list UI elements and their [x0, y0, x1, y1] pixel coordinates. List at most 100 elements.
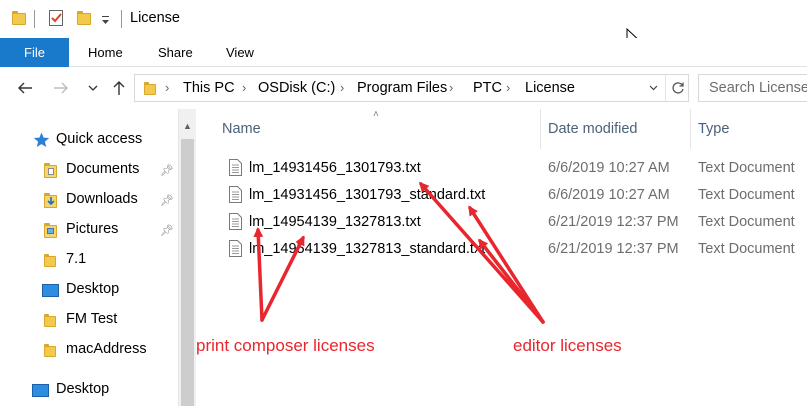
tab-file[interactable]: File: [0, 38, 69, 67]
column-header-name[interactable]: Name: [222, 121, 261, 137]
pin-icon[interactable]: 📌︎: [160, 164, 174, 177]
column-divider[interactable]: [690, 109, 691, 149]
up-button[interactable]: [106, 67, 132, 109]
sidebar-item-quick-access[interactable]: Quick access: [0, 125, 178, 155]
sidebar-item-fm-test[interactable]: FM Test: [0, 305, 178, 335]
chevron-down-icon: [649, 85, 657, 91]
sidebar-item-label: macAddress: [66, 341, 147, 357]
file-type: Text Document: [698, 160, 795, 176]
sidebar-item-label: Desktop: [56, 381, 110, 397]
file-date: 6/21/2019 12:37 PM: [548, 214, 679, 230]
file-date: 6/6/2019 10:27 AM: [548, 160, 670, 176]
properties-icon[interactable]: [48, 9, 65, 28]
sidebar-item-label: Documents: [66, 161, 140, 177]
breadcrumb-ptc[interactable]: PTC: [473, 80, 502, 96]
documents-folder-icon: [44, 163, 57, 178]
file-name: lm_14954139_1327813.txt: [249, 214, 421, 230]
folder-icon: [44, 314, 56, 327]
breadcrumb-separator: ›: [449, 80, 454, 95]
sort-ascending-icon: ˄: [373, 109, 379, 120]
recent-locations-button[interactable]: [84, 67, 102, 109]
toolbar-separator: [121, 10, 122, 28]
new-folder-icon[interactable]: [77, 11, 91, 25]
ribbon-tabs: File Home Share View: [0, 38, 807, 67]
file-name: lm_14931456_1301793_standard.txt: [249, 187, 486, 203]
address-dropdown-button[interactable]: [642, 75, 664, 101]
chevron-down-icon: [88, 85, 98, 91]
text-file-icon: [229, 159, 242, 176]
sidebar-item-downloads[interactable]: Downloads 📌︎: [0, 185, 178, 215]
file-row[interactable]: lm_14954139_1327813_standard.txt 6/21/20…: [196, 236, 807, 263]
refresh-button[interactable]: [665, 75, 689, 101]
tab-view[interactable]: View: [226, 38, 254, 67]
folder-icon: [12, 11, 26, 25]
downloads-folder-icon: [44, 193, 57, 208]
folder-icon: [44, 254, 56, 267]
breadcrumb-program-files[interactable]: Program Files: [357, 80, 447, 96]
star-icon: [33, 132, 50, 147]
file-list: ˄ Name Date modified Type lm_14931456_13…: [196, 109, 807, 406]
file-row[interactable]: lm_14931456_1301793_standard.txt 6/6/201…: [196, 182, 807, 209]
window-title: License: [130, 10, 180, 26]
sidebar-item-7-1[interactable]: 7.1: [0, 245, 178, 275]
breadcrumb-osdisk[interactable]: OSDisk (C:): [258, 80, 335, 96]
sidebar-item-macaddress[interactable]: macAddress: [0, 335, 178, 365]
forward-arrow-icon: [54, 82, 68, 94]
sidebar-item-label: FM Test: [66, 311, 118, 327]
sidebar-item-pictures[interactable]: Pictures 📌︎: [0, 215, 178, 245]
sidebar-scrollbar[interactable]: ▲: [178, 109, 196, 406]
column-divider[interactable]: [540, 109, 541, 149]
scroll-up-icon[interactable]: ▲: [183, 121, 192, 131]
sidebar-item-label: Pictures: [66, 221, 119, 237]
file-date: 6/21/2019 12:37 PM: [548, 241, 679, 257]
back-arrow-icon: [18, 82, 32, 94]
desktop-icon: [42, 284, 59, 297]
breadcrumb-separator: ›: [242, 80, 247, 95]
annotation-editor-label: editor licenses: [513, 336, 622, 355]
forward-button[interactable]: [46, 67, 76, 109]
customize-toolbar-icon[interactable]: [101, 13, 110, 25]
pin-icon[interactable]: 📌︎: [160, 224, 174, 237]
file-row[interactable]: lm_14931456_1301793.txt 6/6/2019 10:27 A…: [196, 155, 807, 182]
title-bar: License: [0, 0, 807, 38]
address-bar[interactable]: › This PC › OSDisk (C:) › Program Files …: [134, 74, 689, 102]
refresh-icon: [671, 82, 684, 94]
pictures-folder-icon: [44, 223, 57, 238]
search-box[interactable]: Search License: [698, 74, 807, 102]
back-button[interactable]: [10, 67, 40, 109]
column-header-date-modified[interactable]: Date modified: [548, 121, 637, 137]
breadcrumb-separator: ›: [506, 80, 511, 95]
sidebar-item-label: Desktop: [66, 281, 120, 297]
file-type: Text Document: [698, 187, 795, 203]
navigation-pane: Quick access Documents 📌︎ Downloads 📌︎ P…: [0, 109, 178, 406]
breadcrumb-this-pc[interactable]: This PC: [183, 80, 235, 96]
sidebar-item-label: Quick access: [56, 131, 143, 147]
sidebar-item-documents[interactable]: Documents 📌︎: [0, 155, 178, 185]
file-type: Text Document: [698, 241, 795, 257]
file-date: 6/6/2019 10:27 AM: [548, 187, 670, 203]
file-name: lm_14931456_1301793.txt: [249, 160, 421, 176]
breadcrumb-separator: ›: [340, 80, 345, 95]
sidebar-item-desktop[interactable]: Desktop: [0, 275, 178, 305]
text-file-icon: [229, 240, 242, 257]
file-name: lm_14954139_1327813_standard.txt: [249, 241, 486, 257]
folder-icon: [44, 344, 56, 357]
breadcrumb-license[interactable]: License: [525, 80, 575, 96]
desktop-icon: [32, 384, 49, 397]
file-type: Text Document: [698, 214, 795, 230]
tab-share[interactable]: Share: [158, 38, 193, 67]
tab-home[interactable]: Home: [88, 38, 123, 67]
annotation-print-composer-label: print composer licenses: [196, 336, 375, 355]
navigation-bar: › This PC › OSDisk (C:) › Program Files …: [0, 67, 807, 109]
column-header-type[interactable]: Type: [698, 121, 729, 137]
search-input-placeholder: Search License: [709, 80, 807, 96]
sidebar-item-label: Downloads: [66, 191, 138, 207]
up-arrow-icon: [113, 81, 125, 95]
pin-icon[interactable]: 📌︎: [160, 194, 174, 207]
folder-icon: [144, 82, 156, 95]
scrollbar-thumb[interactable]: [181, 139, 194, 406]
file-row[interactable]: lm_14954139_1327813.txt 6/21/2019 12:37 …: [196, 209, 807, 236]
breadcrumb-separator: ›: [165, 80, 170, 95]
sidebar-item-desktop-root[interactable]: Desktop: [0, 375, 178, 405]
sidebar-item-label: 7.1: [66, 251, 87, 267]
